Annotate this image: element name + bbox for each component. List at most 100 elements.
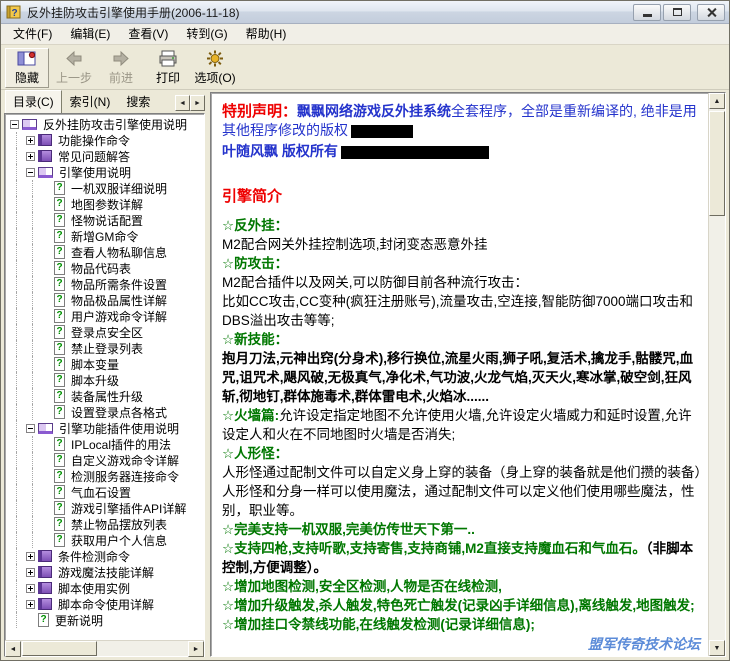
tree-item-label[interactable]: 物品极品属性详解 (69, 292, 169, 309)
expand-toggle-icon[interactable] (26, 600, 35, 609)
tree-item-label[interactable]: 条件检测命令 (56, 548, 132, 565)
tree-item-label[interactable]: 脚本升级 (69, 372, 121, 389)
menu-edit[interactable]: 编辑(E) (61, 23, 119, 45)
content-text: ☆增加挂口令禁线功能,在线触发检测(记录详细信息); (222, 617, 535, 632)
menu-help[interactable]: 帮助(H) (237, 23, 296, 45)
content-text: 叶随风飘 版权所有 (222, 143, 338, 159)
tree-guide-line (24, 436, 40, 452)
tree-item-label[interactable]: 功能操作命令 (56, 132, 132, 149)
tree-item-label[interactable]: 游戏魔法技能详解 (56, 564, 156, 581)
content-paragraph: ☆增加地图检测,安全区检测,人物是否在线检测, (222, 577, 702, 596)
tree-item-label[interactable]: 查看人物私聊信息 (69, 244, 169, 261)
tree-item-label[interactable]: 更新说明 (53, 612, 105, 629)
tree-item-label[interactable]: 自定义游戏命令详解 (69, 452, 181, 469)
toolbar-button-label: 前进 (109, 69, 133, 86)
tree-guide-line (24, 228, 40, 244)
tree-item: 脚本升级 (8, 372, 204, 388)
horizontal-scroll-track[interactable] (21, 641, 188, 656)
tab-scroll-right-button[interactable]: ► (190, 95, 205, 111)
tree-item-label[interactable]: 检测服务器连接命令 (69, 468, 181, 485)
tree-item-label[interactable]: 怪物说话配置 (69, 212, 145, 229)
tree-item: 自定义游戏命令详解 (8, 452, 204, 468)
minimize-button[interactable] (633, 4, 661, 21)
tree-item-label[interactable]: 设置登录点各格式 (69, 404, 169, 421)
tree-item-label[interactable]: 禁止物品摆放列表 (69, 516, 169, 533)
tree-item-label[interactable]: 反外挂防攻击引擎使用说明 (41, 116, 189, 133)
tree-item-label[interactable]: 游戏引擎插件API详解 (69, 500, 188, 517)
tree-item-label[interactable]: 地图参数详解 (69, 196, 145, 213)
scroll-down-arrow[interactable]: ▼ (709, 640, 725, 656)
maximize-icon (673, 8, 682, 16)
forward-button[interactable]: 前进 (99, 48, 143, 88)
tree-item-label[interactable]: 引擎使用说明 (57, 164, 133, 181)
tab-index[interactable]: 索引(N) (62, 90, 119, 113)
content-paragraph: ☆防攻击： (222, 254, 702, 273)
tree-guide-line (24, 388, 40, 404)
tree-guide-line (8, 228, 24, 244)
tree-guide-line (8, 436, 24, 452)
book-open-icon (38, 167, 53, 178)
content-text: 飘飘网络游戏反外挂系统 (297, 103, 451, 119)
tree-item-label[interactable]: 引擎功能插件使用说明 (57, 420, 181, 437)
tree-item-label[interactable]: IPLocal插件的用法 (69, 436, 173, 453)
tree-item-label[interactable]: 用户游戏命令详解 (69, 308, 169, 325)
tree-item: 功能操作命令 (8, 132, 204, 148)
tree-item-label[interactable]: 常见问题解答 (56, 148, 132, 165)
content-text: ☆增加升级触发,杀人触发,特色死亡触发(记录凶手详细信息),离线触发,地图触发; (222, 598, 695, 613)
tree-item: 物品代码表 (8, 260, 204, 276)
tree-item-label[interactable]: 脚本变量 (69, 356, 121, 373)
vertical-scrollbar[interactable]: ▲ ▼ (708, 93, 725, 656)
back-button[interactable]: 上一步 (52, 48, 96, 88)
tree-guide-line (8, 404, 24, 420)
tree-item-label[interactable]: 登录点安全区 (69, 324, 145, 341)
scroll-up-arrow[interactable]: ▲ (709, 93, 725, 109)
tree-item-label[interactable]: 获取用户个人信息 (69, 532, 169, 549)
tab-contents[interactable]: 目录(C) (5, 90, 62, 113)
toc-panel: 反外挂防攻击引擎使用说明功能操作命令常见问题解答引擎使用说明一机双服详细说明地图… (4, 113, 205, 657)
tree-item-label[interactable]: 气血石设置 (69, 484, 133, 501)
expand-toggle-icon[interactable] (26, 568, 35, 577)
expand-toggle-icon[interactable] (26, 136, 35, 145)
watermark: 盟军传奇技术论坛 (588, 635, 700, 654)
tree-guide-line (8, 596, 24, 612)
tree-guide-line (24, 308, 40, 324)
vertical-scroll-track[interactable] (709, 109, 725, 640)
collapse-toggle-icon[interactable] (26, 168, 35, 177)
print-button[interactable]: 打印 (146, 48, 190, 88)
tree-item-label[interactable]: 脚本命令使用详解 (56, 596, 156, 613)
tab-search[interactable]: 搜索 (118, 90, 158, 113)
tree-item-label[interactable]: 禁止登录列表 (69, 340, 145, 357)
collapse-toggle-icon[interactable] (10, 120, 19, 129)
options-button[interactable]: 选项(O) (193, 48, 237, 88)
expand-toggle-icon[interactable] (26, 584, 35, 593)
hide-button[interactable]: 隐藏 (5, 48, 49, 88)
expand-toggle-icon[interactable] (26, 552, 35, 561)
tree-item-label[interactable]: 装备属性升级 (69, 388, 145, 405)
tree-guide-line (8, 420, 24, 436)
horizontal-scrollbar[interactable]: ◄ ► (5, 640, 204, 656)
page-icon (54, 437, 65, 451)
tree-guide-line (8, 180, 24, 196)
maximize-button[interactable] (663, 4, 691, 21)
menu-go[interactable]: 转到(G) (177, 23, 236, 45)
menu-view[interactable]: 查看(V) (119, 23, 177, 45)
page-icon (54, 373, 65, 387)
scroll-right-arrow[interactable]: ► (188, 641, 204, 657)
expand-toggle-icon[interactable] (26, 152, 35, 161)
collapse-toggle-icon[interactable] (26, 424, 35, 433)
close-button[interactable] (697, 4, 725, 21)
tree-item-label[interactable]: 新增GM命令 (69, 228, 140, 245)
tree-item-label[interactable]: 物品代码表 (69, 260, 133, 277)
tab-scroll-left-button[interactable]: ◄ (175, 95, 190, 111)
menu-file[interactable]: 文件(F) (4, 23, 61, 45)
tree-guide-line (24, 516, 40, 532)
tree-item-label[interactable]: 物品所需条件设置 (69, 276, 169, 293)
tree-item-label[interactable]: 脚本使用实例 (56, 580, 132, 597)
topic-content: 特别声明：飘飘网络游戏反外挂系统全套程序，全部是重新编译的, 绝非是用其他程序修… (211, 93, 708, 656)
svg-text:?: ? (11, 8, 17, 19)
scroll-left-arrow[interactable]: ◄ (5, 641, 21, 657)
content-paragraph: 人形怪通过配制文件可以自定义身上穿的装备（身上穿的装备就是他们攒的装备） (222, 463, 702, 482)
vertical-scroll-thumb[interactable] (709, 111, 725, 216)
horizontal-scroll-thumb[interactable] (22, 641, 97, 656)
tree-item-label[interactable]: 一机双服详细说明 (69, 180, 169, 197)
